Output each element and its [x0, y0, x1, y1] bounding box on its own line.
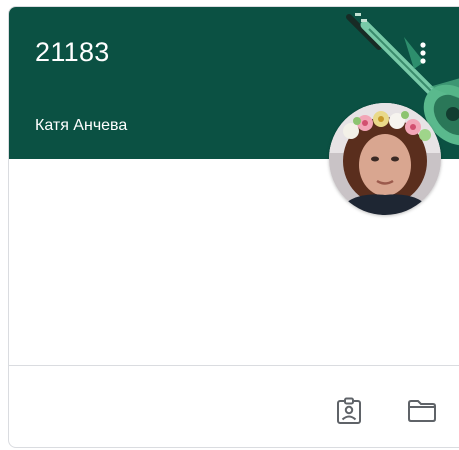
more-options-button[interactable]: [405, 33, 441, 73]
card-footer-divider: [9, 365, 459, 366]
class-title[interactable]: 21183: [35, 37, 110, 68]
class-card[interactable]: 21183 Катя Анчева: [8, 6, 459, 448]
class-drive-folder-button[interactable]: [402, 391, 442, 431]
folder-icon: [408, 400, 436, 422]
assignment-ind-icon: [337, 397, 361, 424]
teacher-avatar: [329, 103, 441, 215]
more-vert-icon: [420, 42, 426, 64]
your-work-button[interactable]: [329, 391, 369, 431]
teacher-name[interactable]: Катя Анчева: [35, 117, 127, 135]
